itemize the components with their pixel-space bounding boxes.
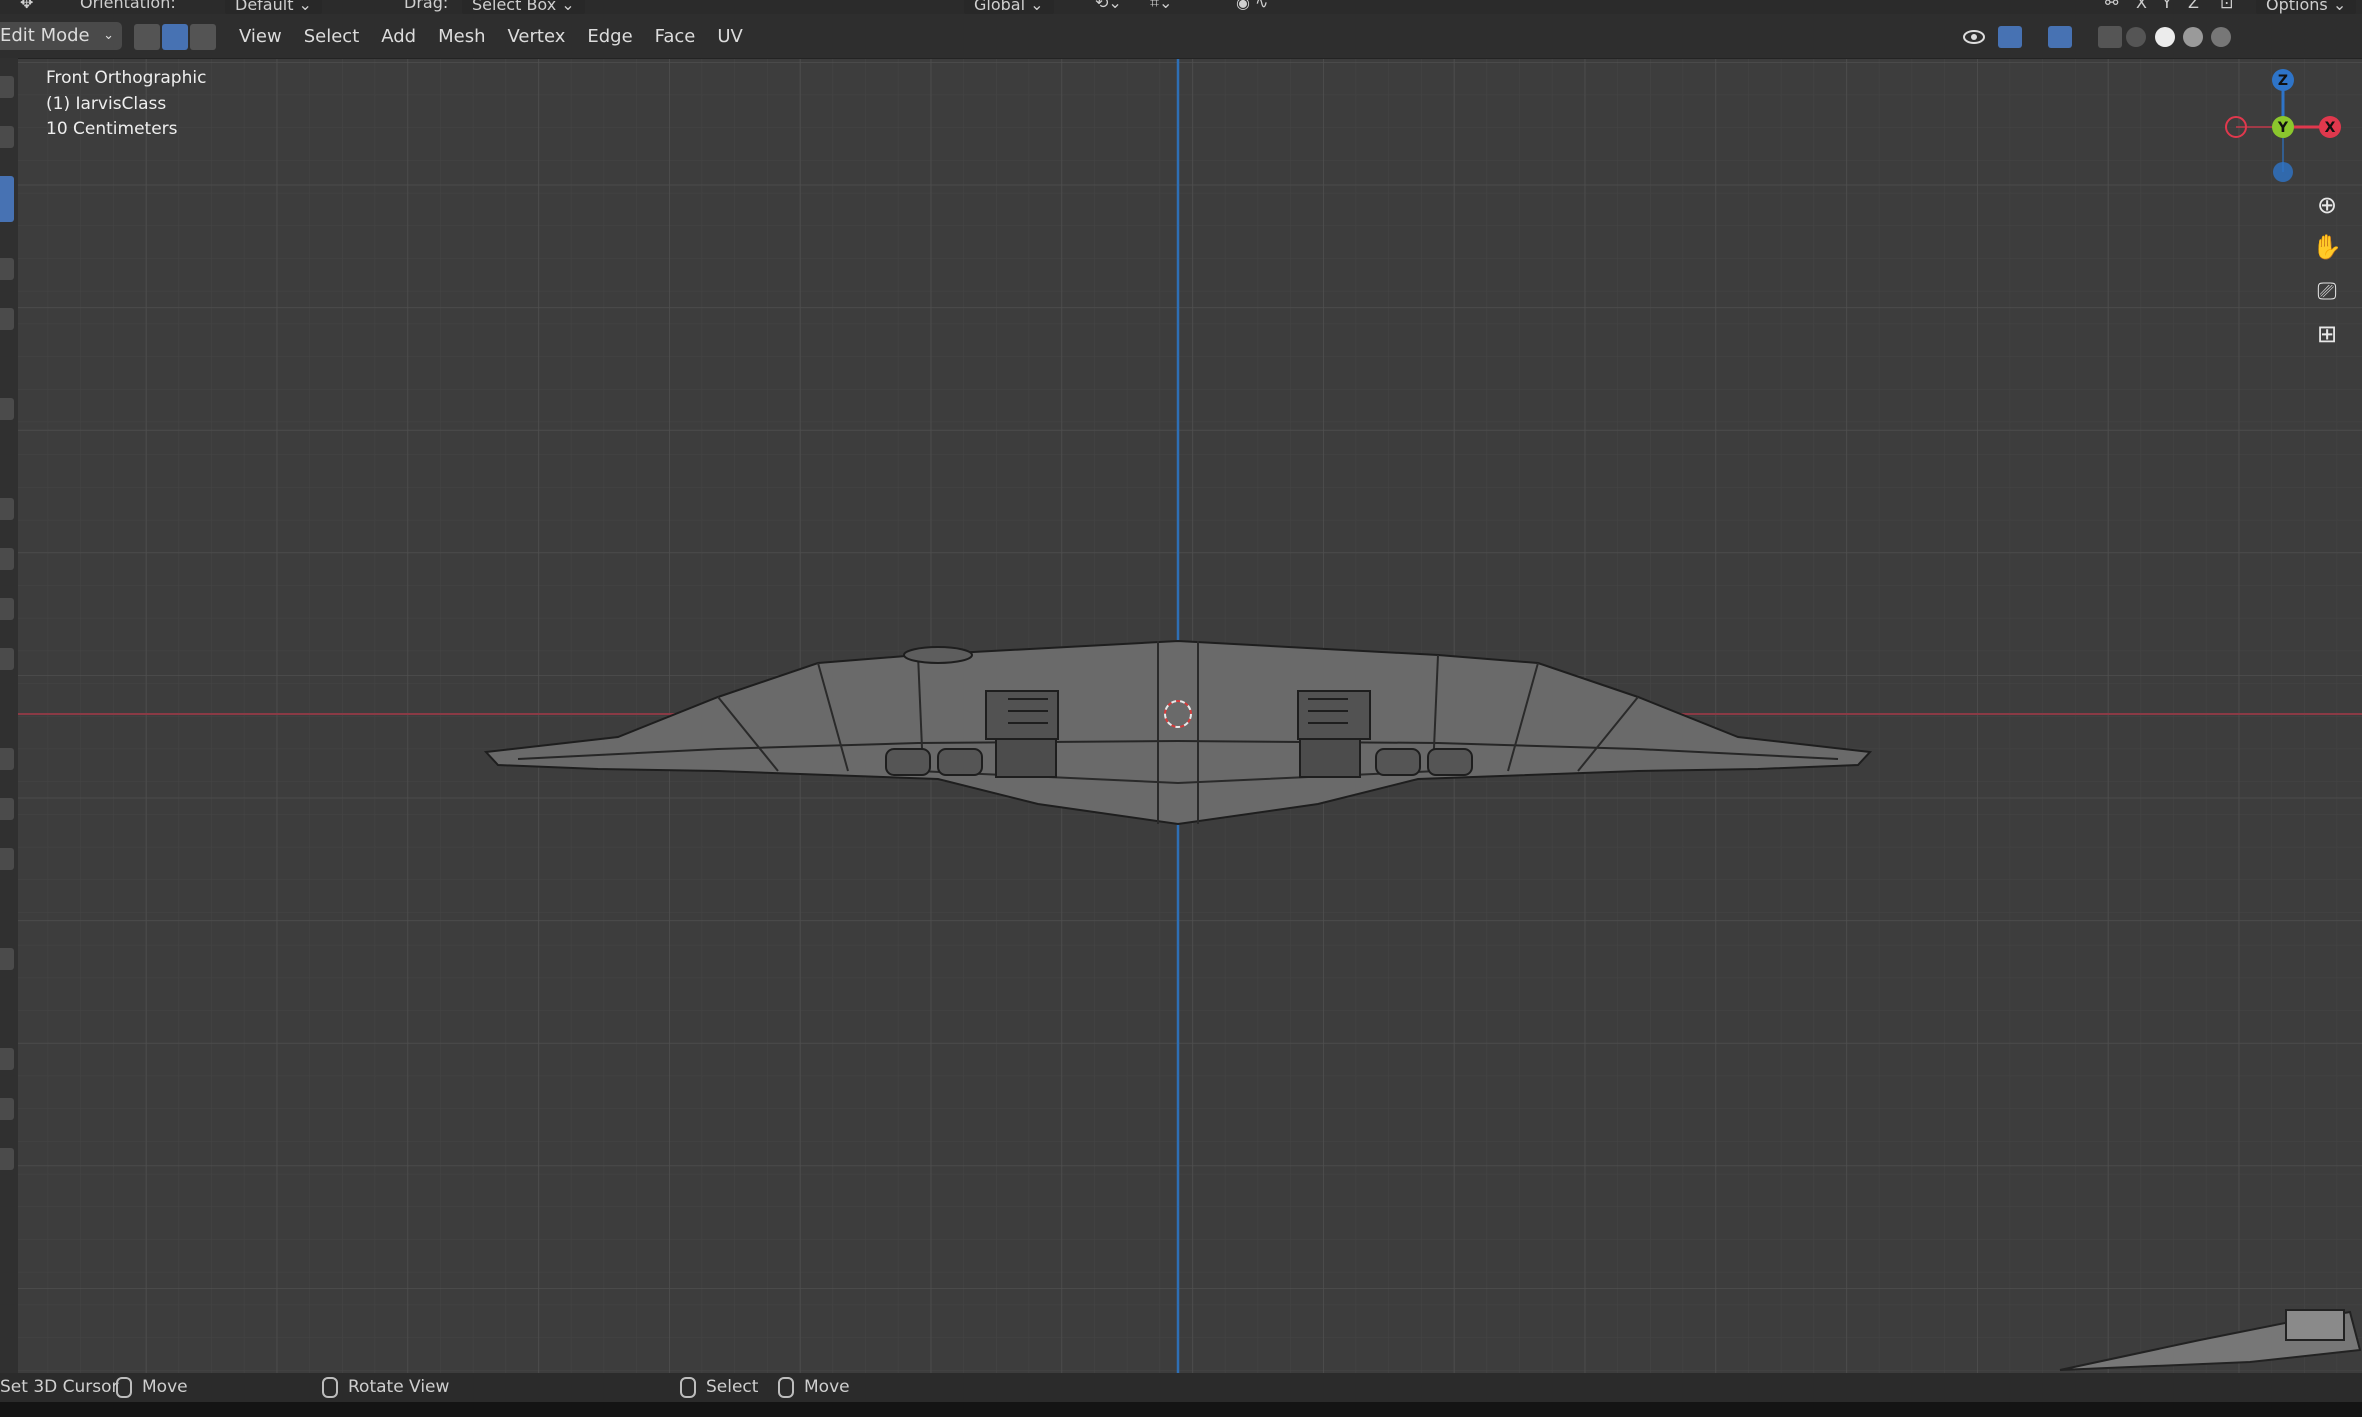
chevron-down-icon: ⌄ [103, 28, 114, 43]
mirror-icon[interactable]: ⚯ [2105, 0, 2118, 12]
spin-tool-icon[interactable] [0, 848, 14, 870]
auto-merge-icon[interactable]: ⊡ [2220, 0, 2233, 12]
options-dropdown[interactable]: Options ⌄ [2256, 0, 2357, 14]
scale-tool-icon[interactable] [0, 308, 14, 330]
mesh-corner-fragment [2059, 1309, 2362, 1371]
annotate-tool-icon[interactable] [0, 398, 14, 420]
transform-orientation-dropdown[interactable]: Global ⌄ [964, 0, 1054, 14]
cursor-tool-icon[interactable] [0, 126, 14, 148]
shear-tool-icon[interactable] [0, 1148, 14, 1170]
viewport-header: Edit Mode ⌄ View Select Add Mesh Vertex … [0, 14, 2362, 59]
menu-face[interactable]: Face [644, 22, 707, 52]
shrink-fatten-tool-icon[interactable] [0, 1098, 14, 1120]
active-object-name: (1) IarvisClass [46, 93, 167, 114]
grid-view-icon[interactable]: ⊞ [2310, 317, 2344, 351]
grid-scale: 10 Centimeters [46, 119, 178, 139]
transform-orientation-value: Global [974, 0, 1026, 14]
mouse-icon [778, 1376, 794, 1398]
orientation-dropdown[interactable]: Default ⌄ [225, 0, 322, 14]
status-middle: Rotate View [322, 1373, 449, 1402]
camera-view-icon[interactable]: ⎚ [2310, 274, 2344, 308]
menu-view[interactable]: View [228, 22, 293, 52]
orientation-value: Default [235, 0, 294, 14]
view-name: Front Orthographic [46, 68, 207, 88]
bevel-tool-icon[interactable] [0, 598, 14, 620]
menu-select[interactable]: Select [293, 22, 371, 52]
mirror-y-toggle[interactable]: Y [2162, 0, 2172, 12]
xray-toggle-icon[interactable] [2098, 26, 2122, 48]
gizmo-x-label: X [2325, 120, 2336, 136]
menu-vertex[interactable]: Vertex [497, 22, 577, 52]
options-label: Options [2266, 0, 2328, 14]
mirror-z-toggle[interactable]: Z [2188, 0, 2199, 12]
solid-shading-icon[interactable] [2155, 27, 2175, 47]
knife-tool-icon[interactable] [0, 748, 14, 770]
mouse-icon [322, 1376, 338, 1398]
drag-value: Select Box [472, 0, 557, 14]
pivot-point-icon[interactable]: ⟲⌄ [1095, 0, 1122, 12]
rendered-shading-icon[interactable] [2211, 27, 2231, 47]
status-left-action: Set 3D Cursor [0, 1377, 119, 1397]
os-taskbar [0, 1402, 2362, 1417]
mode-dropdown[interactable]: Edit Mode ⌄ [0, 22, 122, 50]
menu-edge[interactable]: Edge [576, 22, 643, 52]
gizmo-y-label: Y [2277, 120, 2289, 136]
gizmo-toggle-icon[interactable] [1998, 26, 2022, 48]
tool-settings-bar: ✥ Orientation: Default ⌄ Drag: Select Bo… [0, 0, 2362, 14]
drag-label: Drag: [404, 0, 449, 12]
pan-hand-icon[interactable]: ✋ [2310, 230, 2344, 264]
orientation-label: Orientation: [80, 0, 176, 12]
select-tool-icon[interactable] [0, 76, 14, 98]
proportional-edit-icon[interactable]: ◉ ∿ [1236, 0, 1268, 12]
mirror-x-toggle[interactable]: X [2136, 0, 2147, 12]
viewport-info: Front Orthographic (1) IarvisClass 10 Ce… [46, 66, 206, 143]
face-select-button[interactable] [190, 24, 216, 50]
material-preview-icon[interactable] [2183, 27, 2203, 47]
extrude-tool-icon[interactable] [0, 498, 14, 520]
loop-cut-tool-icon[interactable] [0, 648, 14, 670]
snap-icon[interactable]: ⌗⌄ [1150, 0, 1172, 13]
menu-uv[interactable]: UV [706, 22, 754, 52]
edge-slide-tool-icon[interactable] [0, 1048, 14, 1070]
viewport-menu: View Select Add Mesh Vertex Edge Face UV [228, 22, 754, 52]
status-bar: Set 3D Cursor Move Rotate View Select Mo… [0, 1373, 2362, 1402]
poly-build-tool-icon[interactable] [0, 798, 14, 820]
vertex-select-button[interactable] [134, 24, 160, 50]
gizmo-neg-z-axis[interactable] [2273, 162, 2293, 182]
status-right-select: Select [680, 1373, 758, 1402]
status-right-move: Move [778, 1373, 850, 1402]
gizmo-z-label: Z [2278, 73, 2288, 89]
move-tool-button[interactable] [0, 176, 14, 222]
status-left-move: Move [116, 1373, 188, 1402]
visibility-eye-icon[interactable] [1962, 26, 1986, 48]
move-tool-icon[interactable]: ✥ [20, 0, 33, 12]
mouse-icon [680, 1376, 696, 1398]
inset-tool-icon[interactable] [0, 548, 14, 570]
menu-mesh[interactable]: Mesh [427, 22, 496, 52]
menu-add[interactable]: Add [370, 22, 427, 52]
viewport-header-right [1962, 20, 2362, 54]
mode-value: Edit Mode [0, 25, 90, 46]
navigation-gizmo[interactable]: Z X Y [2218, 62, 2348, 192]
wireframe-shading-icon[interactable] [2126, 27, 2146, 47]
drag-dropdown[interactable]: Select Box ⌄ [462, 0, 585, 14]
3d-viewport[interactable] [18, 59, 2362, 1373]
rotate-tool-icon[interactable] [0, 258, 14, 280]
select-mode-group [134, 24, 218, 50]
zoom-icon[interactable]: ⊕ [2310, 188, 2344, 222]
mouse-icon [116, 1376, 132, 1398]
tool-shelf [0, 58, 18, 1373]
overlays-toggle-icon[interactable] [2048, 26, 2072, 48]
edge-select-button[interactable] [162, 24, 188, 50]
smooth-tool-icon[interactable] [0, 948, 14, 970]
